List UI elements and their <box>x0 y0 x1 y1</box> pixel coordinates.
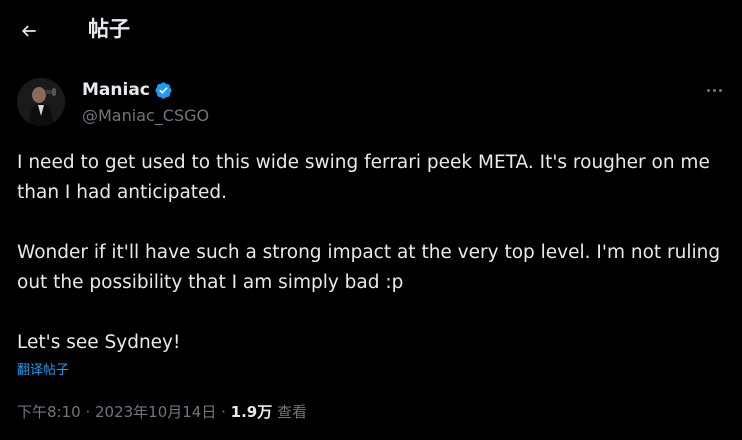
meta-separator: · <box>80 403 95 421</box>
avatar[interactable] <box>17 78 65 126</box>
tweet-date[interactable]: 2023年10月14日 <box>95 403 216 421</box>
views-count: 1.9万 <box>230 403 273 421</box>
verified-badge-icon <box>155 81 172 99</box>
views-label: 查看 <box>272 403 308 421</box>
page-title: 帖子 <box>88 17 130 41</box>
author-name[interactable]: Maniac <box>82 79 150 101</box>
back-button[interactable] <box>14 16 44 46</box>
author-name-row: Maniac <box>82 79 173 101</box>
more-dot-icon <box>706 88 710 92</box>
tweet-paragraph: Wonder if it'll have such a strong impac… <box>17 242 721 293</box>
author-handle[interactable]: @Maniac_CSGO <box>82 105 209 127</box>
more-dot-icon <box>712 88 716 92</box>
top-bar: 帖子 <box>0 0 742 60</box>
more-dot-icon <box>718 88 722 92</box>
avatar-image <box>17 78 65 126</box>
meta-separator: · <box>216 403 231 421</box>
translate-post-link[interactable]: 翻译帖子 <box>17 362 69 380</box>
arrow-left-icon <box>21 25 36 37</box>
more-options-button[interactable] <box>700 80 728 100</box>
tweet-text: I need to get used to this wide swing fe… <box>17 148 729 358</box>
tweet-paragraph: I need to get used to this wide swing fe… <box>17 152 710 203</box>
tweet-paragraph: Let's see Sydney! <box>17 332 181 353</box>
tweet-meta: 下午8:10 · 2023年10月14日 · 1.9万 查看 <box>17 401 307 423</box>
tweet-time[interactable]: 下午8:10 <box>17 403 81 421</box>
